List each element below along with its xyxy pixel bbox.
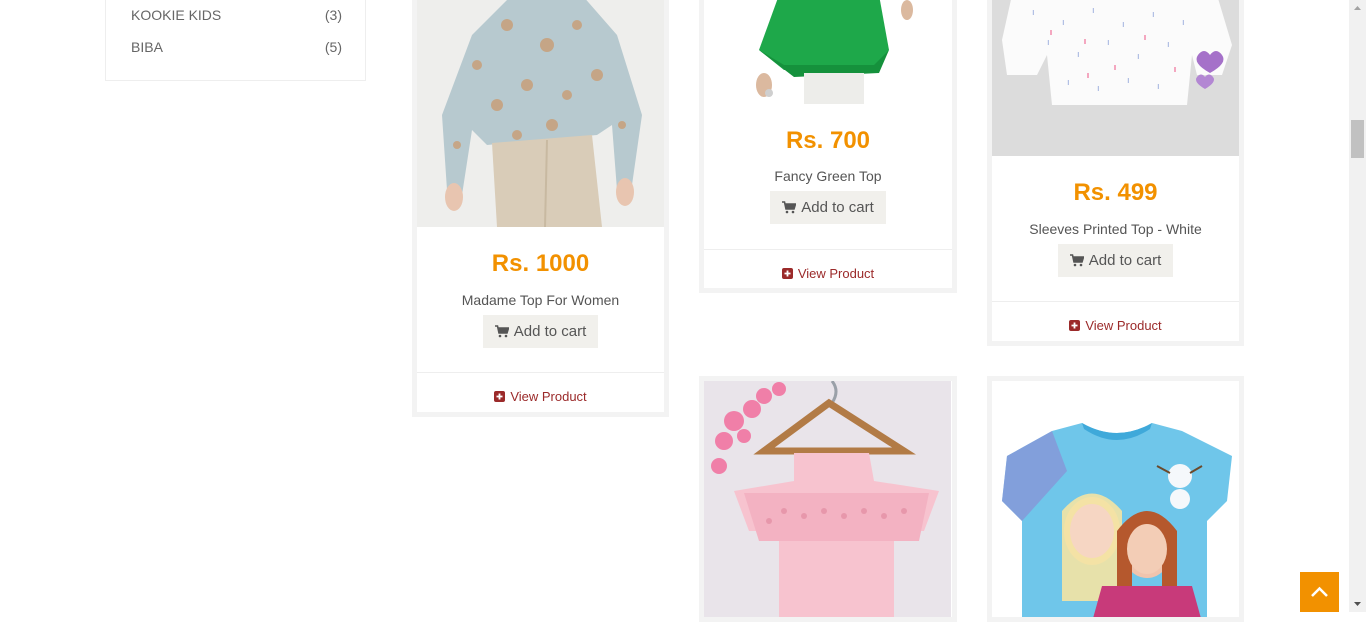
card-divider — [992, 301, 1239, 302]
product-image[interactable] — [992, 381, 1239, 617]
svg-text:ı: ı — [1127, 76, 1130, 86]
product-image[interactable] — [704, 381, 951, 617]
svg-text:ı: ı — [1047, 38, 1050, 48]
svg-text:ı: ı — [1137, 52, 1140, 62]
svg-text:ı: ı — [1167, 40, 1170, 50]
view-product-link[interactable]: View Product — [417, 389, 664, 404]
plus-square-icon — [1069, 320, 1081, 331]
add-to-cart-button[interactable]: Add to cart — [1058, 244, 1173, 277]
brand-count: (5) — [324, 39, 342, 55]
product-name[interactable]: Madame Top For Women — [417, 292, 664, 308]
view-product-link[interactable]: View Product — [992, 318, 1239, 333]
svg-text:ı: ı — [1122, 20, 1125, 30]
svg-text:ı: ı — [1152, 10, 1155, 20]
product-image[interactable]: ı ı ı ı ı ı ı ı ı ı ı ı ı ı ı — [992, 0, 1239, 156]
svg-text:ı: ı — [1097, 84, 1100, 94]
svg-text:ı: ı — [1157, 82, 1160, 92]
svg-text:ı: ı — [1062, 18, 1065, 28]
svg-text:ı: ı — [1067, 78, 1070, 88]
plus-square-icon — [781, 268, 793, 279]
brand-filter-biba[interactable]: BIBA (5) — [131, 39, 342, 59]
plus-square-icon — [494, 391, 506, 402]
brand-count: (3) — [324, 7, 342, 23]
brand-name[interactable]: KOOKIE KIDS — [131, 7, 221, 23]
product-card: ı ı ı ı ı ı ı ı ı ı ı ı ı ı ı Rs. 499 Sleeves Print… — [987, 0, 1244, 346]
view-product-label[interactable]: View Product — [1085, 318, 1161, 333]
product-card — [699, 376, 957, 622]
scroll-down-arrow-icon[interactable] — [1349, 595, 1366, 612]
add-to-cart-label[interactable]: Add to cart — [514, 323, 587, 340]
card-divider — [417, 372, 664, 373]
back-to-top-button[interactable] — [1300, 572, 1339, 612]
product-price: Rs. 1000 — [491, 250, 590, 277]
product-image[interactable] — [704, 0, 951, 104]
product-card: Rs. 700 Fancy Green Top Add to cart View… — [699, 0, 957, 293]
svg-text:ı: ı — [1182, 18, 1185, 28]
svg-text:ı: ı — [1092, 6, 1095, 16]
svg-text:ı: ı — [1032, 8, 1035, 18]
chevron-up-icon — [1311, 586, 1328, 597]
card-divider — [704, 249, 952, 250]
product-image[interactable] — [417, 0, 664, 227]
product-card — [987, 376, 1244, 622]
add-to-cart-label[interactable]: Add to cart — [1089, 252, 1162, 269]
shopping-cart-icon — [494, 325, 510, 338]
product-price: Rs. 700 — [785, 127, 871, 154]
add-to-cart-label[interactable]: Add to cart — [801, 199, 874, 216]
product-name[interactable]: Sleeves Printed Top - White — [992, 221, 1239, 237]
vertical-scrollbar[interactable] — [1349, 0, 1366, 612]
shopping-cart-icon — [1069, 254, 1085, 267]
brand-name[interactable]: BIBA — [131, 39, 163, 55]
svg-text:ı: ı — [1077, 50, 1080, 60]
brand-filter-kookie-kids[interactable]: KOOKIE KIDS (3) — [131, 7, 342, 27]
product-name[interactable]: Fancy Green Top — [704, 168, 952, 184]
brand-filter-panel: KOOKIE KIDS (3) BIBA (5) — [105, 0, 366, 81]
product-price: Rs. 499 — [1073, 179, 1158, 206]
view-product-label[interactable]: View Product — [798, 266, 874, 281]
add-to-cart-button[interactable]: Add to cart — [770, 191, 886, 224]
add-to-cart-button[interactable]: Add to cart — [483, 315, 598, 348]
view-product-link[interactable]: View Product — [704, 266, 952, 281]
scroll-up-arrow-icon[interactable] — [1349, 0, 1366, 17]
scrollbar-thumb[interactable] — [1351, 120, 1364, 158]
shopping-cart-icon — [782, 201, 797, 214]
svg-text:ı: ı — [1107, 38, 1110, 48]
view-product-label[interactable]: View Product — [510, 389, 586, 404]
product-card: Rs. 1000 Madame Top For Women Add to car… — [412, 0, 669, 417]
